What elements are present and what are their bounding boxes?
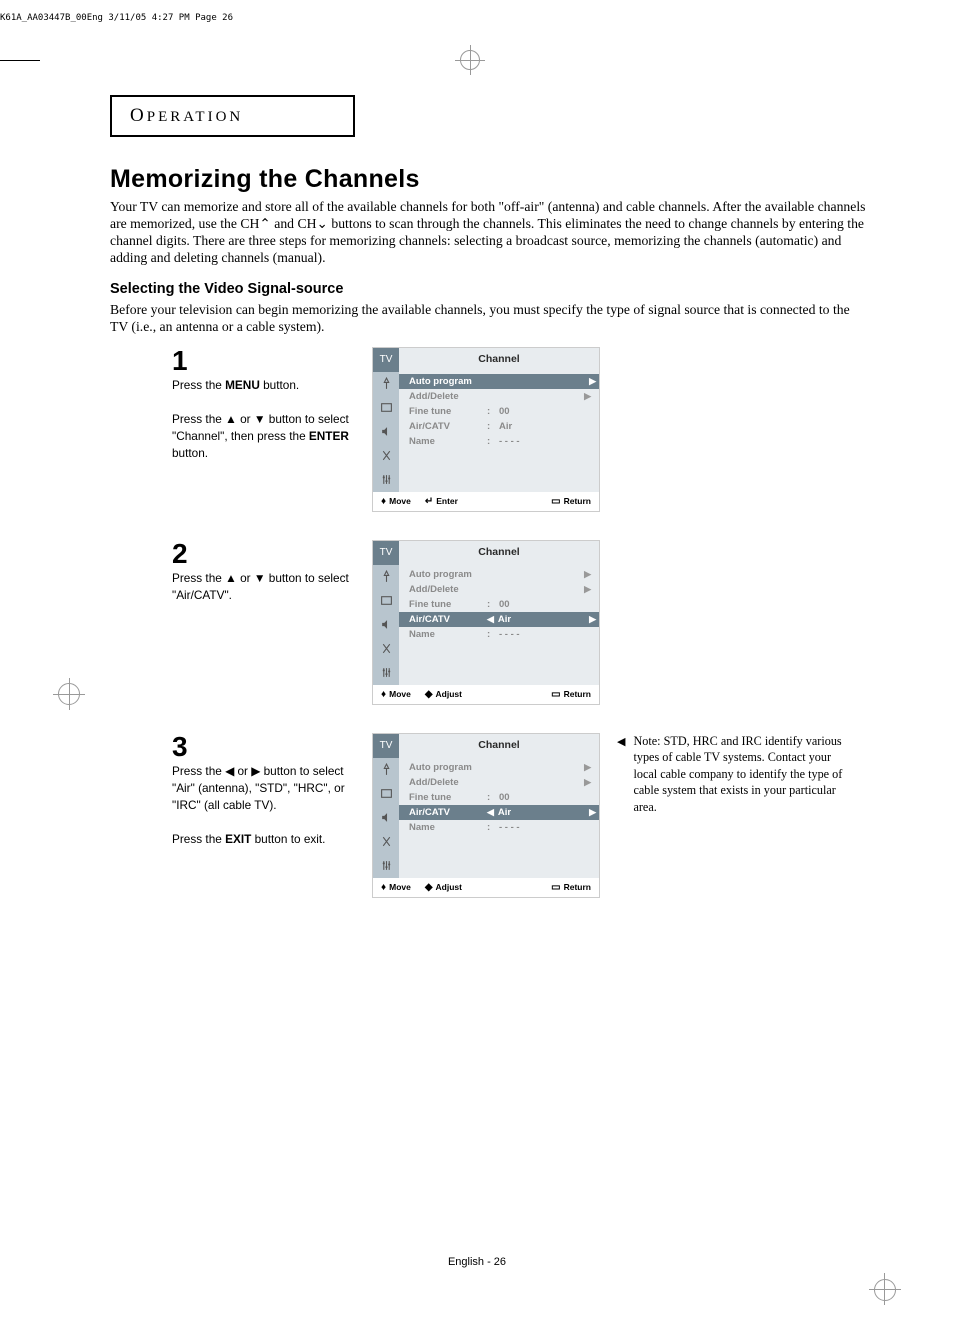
updown-icon: ♦ (381, 496, 386, 507)
osd-title: Channel (399, 734, 599, 756)
subtitle-paragraph: Before your television can begin memoriz… (110, 301, 870, 335)
osd-item-auto-program: Auto program▶ (409, 760, 591, 775)
return-icon: ▭ (551, 496, 560, 507)
picture-icon (373, 589, 399, 613)
crop-mark (0, 60, 40, 61)
crop-mark (884, 1273, 885, 1305)
osd-item-add-delete: Add/Delete▶ (409, 582, 591, 597)
crop-mark (869, 1289, 901, 1290)
chevron-right-icon: ▶ (589, 614, 596, 625)
side-note: ◀ Note: STD, HRC and IRC identify variou… (617, 733, 852, 815)
osd-item-name: Name:- - - - (409, 627, 591, 642)
osd-item-name: Name:- - - - (409, 820, 591, 835)
setup-icon (373, 661, 399, 685)
crop-mark (874, 1279, 896, 1301)
channel-icon (373, 830, 399, 854)
file-header: K61A_AA03447B_00Eng 3/11/05 4:27 PM Page… (0, 13, 233, 23)
page-number: English - 26 (0, 1256, 954, 1268)
chevron-right-icon: ▶ (589, 807, 596, 818)
chevron-left-icon: ◀ (487, 614, 494, 625)
osd-footer: ♦Move ↵Enter ▭Return (373, 492, 599, 511)
step-2: 2 Press the ▲ or ▼ button to select "Air… (172, 540, 870, 705)
chevron-right-icon: ▶ (584, 762, 591, 773)
page-title: Memorizing the Channels (110, 165, 870, 194)
osd-item-auto-program: Auto program▶ (409, 567, 591, 582)
step-number: 2 (172, 540, 362, 568)
osd-menu-3: TV Channel Auto program▶ Add/Delete▶ Fin… (372, 733, 600, 898)
chevron-right-icon: ▶ (584, 391, 591, 402)
antenna-icon (373, 758, 399, 782)
chevron-right-icon: ▶ (584, 777, 591, 788)
step-number: 1 (172, 347, 362, 375)
step-3-text: 3 Press the ◀ or ▶ button to select "Air… (172, 733, 372, 898)
leftright-icon: ◆ (425, 689, 433, 700)
osd-menu-2: TV Channel Auto program▶ Add/Delete▶ Fin… (372, 540, 600, 705)
tv-tab-icon: TV (373, 541, 399, 565)
step-3: 3 Press the ◀ or ▶ button to select "Air… (172, 733, 870, 898)
intro-paragraph: Your TV can memorize and store all of th… (110, 198, 870, 267)
osd-item-fine-tune: Fine tune : 00 (409, 404, 591, 419)
channel-icon (373, 637, 399, 661)
osd-item-fine-tune: Fine tune:00 (409, 597, 591, 612)
osd-item-add-delete: Add/Delete ▶ (409, 389, 591, 404)
return-icon: ▭ (551, 882, 560, 893)
chevron-right-icon: ▶ (584, 584, 591, 595)
chevron-right-icon: ▶ (584, 569, 591, 580)
tv-tab-icon: TV (373, 348, 399, 372)
osd-item-add-delete: Add/Delete▶ (409, 775, 591, 790)
sound-icon (373, 613, 399, 637)
setup-icon (373, 468, 399, 492)
osd-title: Channel (399, 348, 599, 370)
sound-icon (373, 420, 399, 444)
crop-mark (69, 678, 70, 710)
osd-tabs: TV (373, 734, 399, 878)
step-1: 1 Press the MENU button. Press the ▲ or … (172, 347, 870, 512)
osd-tabs: TV (373, 348, 399, 492)
antenna-icon (373, 372, 399, 396)
return-icon: ▭ (551, 689, 560, 700)
osd-title: Channel (399, 541, 599, 563)
antenna-icon (373, 565, 399, 589)
chevron-right-icon: ▶ (589, 376, 596, 387)
osd-item-air-catv: Air/CATV◀Air▶ (399, 805, 599, 820)
osd-tabs: TV (373, 541, 399, 685)
crop-mark (470, 45, 471, 75)
osd-item-air-catv: Air/CATV : Air (409, 419, 591, 434)
subtitle: Selecting the Video Signal-source (110, 281, 870, 297)
updown-icon: ♦ (381, 689, 386, 700)
chevron-left-icon: ◀ (487, 807, 494, 818)
tv-tab-icon: TV (373, 734, 399, 758)
step-1-text: 1 Press the MENU button. Press the ▲ or … (172, 347, 372, 512)
step-number: 3 (172, 733, 362, 761)
picture-icon (373, 782, 399, 806)
channel-icon (373, 444, 399, 468)
step-2-text: 2 Press the ▲ or ▼ button to select "Air… (172, 540, 372, 705)
chevron-left-icon: ◀ (617, 735, 625, 815)
osd-item-auto-program: Auto program ▶ (399, 374, 599, 389)
osd-item-fine-tune: Fine tune:00 (409, 790, 591, 805)
section-header-text: PERATION (147, 109, 244, 125)
setup-icon (373, 854, 399, 878)
sound-icon (373, 806, 399, 830)
updown-icon: ♦ (381, 882, 386, 893)
osd-item-air-catv: Air/CATV◀Air▶ (399, 612, 599, 627)
picture-icon (373, 396, 399, 420)
osd-footer: ♦Move ◆Adjust ▭Return (373, 685, 599, 704)
enter-icon: ↵ (425, 496, 433, 507)
osd-footer: ♦Move ◆Adjust ▭Return (373, 878, 599, 897)
leftright-icon: ◆ (425, 882, 433, 893)
osd-item-name: Name : - - - - (409, 434, 591, 449)
osd-menu-1: TV (372, 347, 600, 512)
section-header-box: OPERATION (110, 95, 355, 137)
